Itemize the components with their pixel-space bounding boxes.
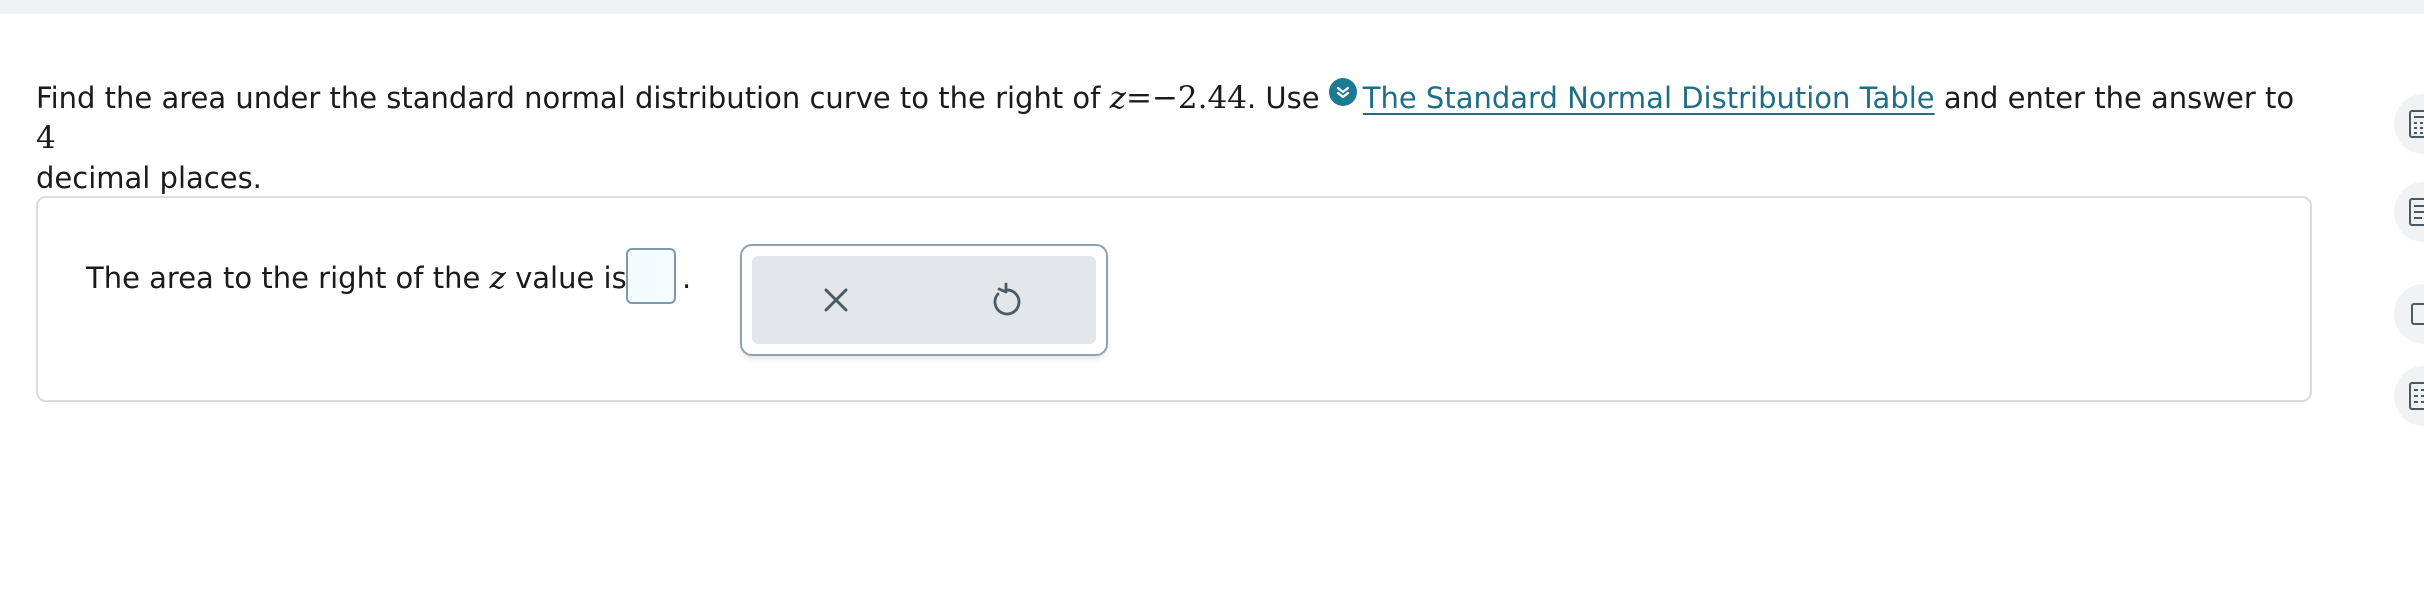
answer-suffix: value is (505, 261, 627, 295)
decimal-count: 4 (36, 120, 56, 156)
answer-panel: The area to the right of the z value is … (36, 196, 2312, 402)
input-tools-bar (752, 256, 1096, 344)
answer-prefix: The area to the right of the (86, 261, 490, 295)
z-value: −2.44 (1151, 80, 1247, 116)
expand-link-icon[interactable] (1328, 78, 1357, 106)
reset-button[interactable] (976, 270, 1036, 330)
question-text-end: decimal places. (36, 161, 262, 195)
clear-button[interactable] (806, 270, 866, 330)
calculator-button[interactable] (2394, 94, 2424, 154)
document-icon (2409, 198, 2424, 226)
undo-icon (993, 282, 1021, 316)
grid-icon (2409, 382, 2424, 410)
answer-period: . (682, 261, 692, 295)
question-text: Find the area under the standard normal … (36, 78, 2306, 198)
answer-prompt: The area to the right of the z value is (86, 258, 627, 298)
calculator-icon (2409, 110, 2424, 138)
card-icon (2411, 303, 2424, 325)
question-text-use: . Use (1246, 81, 1329, 115)
top-band (0, 0, 2424, 14)
standard-normal-table-link[interactable]: The Standard Normal Distribution Table (1363, 81, 1935, 115)
question-text-after: and enter the answer to (1934, 81, 2295, 115)
grid-button[interactable] (2394, 366, 2424, 426)
card-button[interactable] (2394, 284, 2424, 344)
answer-z-variable: z (489, 260, 506, 296)
side-toolbar (2394, 0, 2424, 594)
z-variable: z (1109, 80, 1126, 116)
equals-sign: = (1125, 80, 1152, 116)
input-tools-popup (740, 244, 1108, 356)
document-button[interactable] (2394, 182, 2424, 242)
close-icon (824, 288, 848, 312)
question-text-before: Find the area under the standard normal … (36, 81, 1110, 115)
answer-input[interactable] (626, 248, 676, 304)
